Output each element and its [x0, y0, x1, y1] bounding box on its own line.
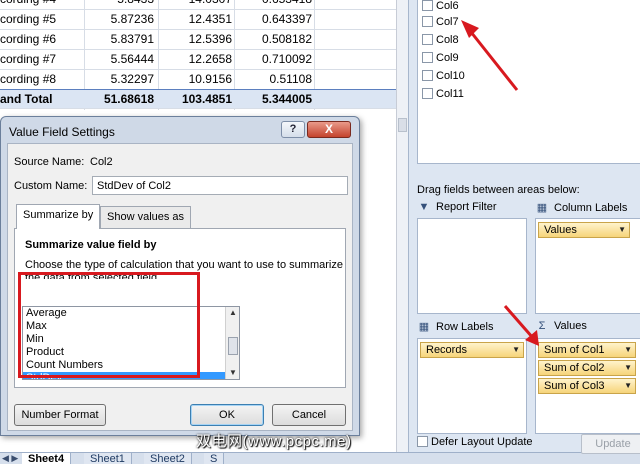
cell-value[interactable]: 5.8433 — [84, 0, 154, 8]
table-row[interactable]: cording #8 5.32297 10.9156 0.51108 — [0, 70, 396, 90]
pill-label: Records — [426, 344, 467, 356]
chevron-down-icon[interactable]: ▼ — [618, 223, 626, 237]
checkbox-icon[interactable] — [422, 70, 433, 81]
listbox-scrollbar[interactable]: ▲ ▼ — [225, 307, 239, 379]
scroll-down-icon[interactable]: ▼ — [228, 368, 238, 378]
scroll-thumb[interactable] — [398, 118, 407, 132]
row-labels-label: Row Labels — [436, 321, 494, 333]
columns-icon: ▦ — [536, 202, 548, 214]
cell-value[interactable]: 0.710092 — [236, 52, 312, 68]
grand-total-row[interactable]: and Total 51.68618 103.4851 5.344005 — [0, 89, 396, 109]
table-row[interactable]: cording #5 5.87236 12.4351 0.643397 — [0, 10, 396, 30]
cell-value[interactable]: 10.9156 — [160, 72, 232, 88]
row-label[interactable]: cording #5 — [0, 12, 84, 28]
filter-icon: ▼ — [418, 201, 430, 213]
report-filter-label: Report Filter — [436, 201, 497, 213]
values-pill[interactable]: Values ▼ — [538, 222, 630, 238]
defer-checkbox[interactable] — [417, 436, 428, 447]
chevron-down-icon[interactable]: ▼ — [624, 343, 632, 357]
section-title: Summarize value field by — [25, 239, 157, 251]
sheet-tab-sheet2[interactable]: Sheet2 — [144, 453, 192, 464]
checkbox-icon[interactable] — [422, 88, 433, 99]
row-labels-area[interactable]: Records ▼ — [417, 338, 527, 434]
cell-value[interactable]: 12.4351 — [160, 12, 232, 28]
cell-value[interactable]: 0.508182 — [236, 32, 312, 48]
annotation-arrow-icon — [461, 20, 519, 91]
cell-value[interactable]: 5.56444 — [84, 52, 154, 68]
checkbox-icon[interactable] — [422, 16, 433, 27]
cell-value[interactable]: 51.68618 — [84, 92, 154, 108]
sheet-tab-more[interactable]: S — [204, 453, 225, 464]
checkbox-icon[interactable] — [422, 0, 433, 11]
annotation-highlight-box — [18, 272, 200, 378]
cell-value[interactable]: 5.83791 — [84, 32, 154, 48]
checkbox-icon[interactable] — [422, 52, 433, 63]
pill-label: Sum of Col2 — [544, 362, 605, 374]
sheet-tab-sheet4[interactable]: Sheet4 — [22, 453, 72, 464]
values-area[interactable]: Sum of Col1 ▼ Sum of Col2 ▼ Sum of Col3 ▼ — [535, 338, 640, 434]
cell-value[interactable]: 12.5396 — [160, 32, 232, 48]
field-checklist: Col6 Col7 Col8 Col9 Col10 Col11 — [417, 0, 640, 164]
scroll-thumb[interactable] — [228, 337, 238, 355]
update-button[interactable]: Update — [581, 434, 640, 454]
annotation-arrow-icon — [503, 305, 539, 346]
pivot-field-list-pane: Col6 Col7 Col8 Col9 Col10 Col11 Drag fie… — [408, 0, 640, 454]
custom-name-label: Custom Name: — [14, 180, 88, 192]
cell-value[interactable]: 5.87236 — [84, 12, 154, 28]
sum-col2-pill[interactable]: Sum of Col2 ▼ — [538, 360, 636, 376]
table-row[interactable]: cording #7 5.56444 12.2658 0.710092 — [0, 50, 396, 70]
tab-summarize-by[interactable]: Summarize by — [16, 204, 101, 229]
cell-value[interactable]: 5.32297 — [84, 72, 154, 88]
scroll-up-icon[interactable]: ▲ — [228, 308, 238, 318]
cell-value[interactable]: 14.0307 — [160, 0, 232, 8]
sheet-tab-sheet1[interactable]: Sheet1 — [84, 453, 132, 464]
drag-hint-text: Drag fields between areas below: — [417, 184, 580, 196]
vertical-scrollbar[interactable] — [396, 0, 408, 452]
tab-show-values-as[interactable]: Show values as — [100, 206, 192, 228]
report-filter-header: ▼ Report Filter — [417, 201, 497, 213]
pill-label: Sum of Col1 — [544, 344, 605, 356]
help-button[interactable]: ? — [281, 121, 305, 138]
pill-label: Sum of Col3 — [544, 380, 605, 392]
cell-value[interactable]: 0.51108 — [236, 72, 313, 88]
chevron-down-icon[interactable]: ▼ — [624, 361, 632, 375]
sheet-nav-arrows-icon[interactable]: ◀ ▶ — [2, 453, 18, 464]
column-labels-header: ▦ Column Labels — [535, 201, 628, 214]
defer-update-row: Defer Layout Update Update — [417, 434, 640, 454]
custom-name-field[interactable] — [92, 176, 348, 195]
cell-value[interactable]: 0.653418 — [236, 0, 312, 8]
cell-value[interactable]: 12.2658 — [160, 52, 232, 68]
watermark-text: 双电网(www.pcpc.me) — [196, 433, 352, 450]
table-row[interactable]: cording #6 5.83791 12.5396 0.508182 — [0, 30, 396, 50]
checkbox-icon[interactable] — [422, 34, 433, 45]
cell-value[interactable]: 5.344005 — [236, 92, 312, 108]
row-labels-header: ▦ Row Labels — [417, 320, 494, 333]
sum-col1-pill[interactable]: Sum of Col1 ▼ — [538, 342, 636, 358]
row-label[interactable]: cording #7 — [0, 52, 84, 68]
row-label[interactable]: and Total — [0, 92, 84, 108]
sum-col3-pill[interactable]: Sum of Col3 ▼ — [538, 378, 636, 394]
dialog-title: Value Field Settings — [9, 125, 115, 139]
source-name-value: Col2 — [90, 156, 113, 168]
close-button[interactable]: X — [307, 121, 351, 138]
defer-label: Defer Layout Update — [431, 436, 533, 448]
cell-value[interactable]: 0.643397 — [236, 12, 312, 28]
sheet-tab-bar: ◀ ▶ Sheet4 Sheet1 Sheet2 S — [0, 452, 640, 464]
column-labels-label: Column Labels — [554, 202, 628, 214]
values-label: Values — [554, 320, 587, 332]
row-label[interactable]: cording #4 — [0, 0, 84, 8]
cancel-button[interactable]: Cancel — [272, 404, 346, 426]
row-label[interactable]: cording #8 — [0, 72, 84, 88]
number-format-button[interactable]: Number Format — [14, 404, 106, 426]
cell-value[interactable]: 103.4851 — [160, 92, 232, 108]
column-labels-area[interactable]: Values ▼ — [535, 218, 640, 314]
chevron-down-icon[interactable]: ▼ — [624, 379, 632, 393]
table-row[interactable]: cording #4 5.8433 14.0307 0.653418 — [0, 0, 396, 10]
row-label[interactable]: cording #6 — [0, 32, 84, 48]
source-name-label: Source Name: — [14, 156, 85, 168]
rows-icon: ▦ — [418, 321, 430, 333]
ok-button[interactable]: OK — [190, 404, 264, 426]
pill-label: Values — [544, 224, 577, 236]
